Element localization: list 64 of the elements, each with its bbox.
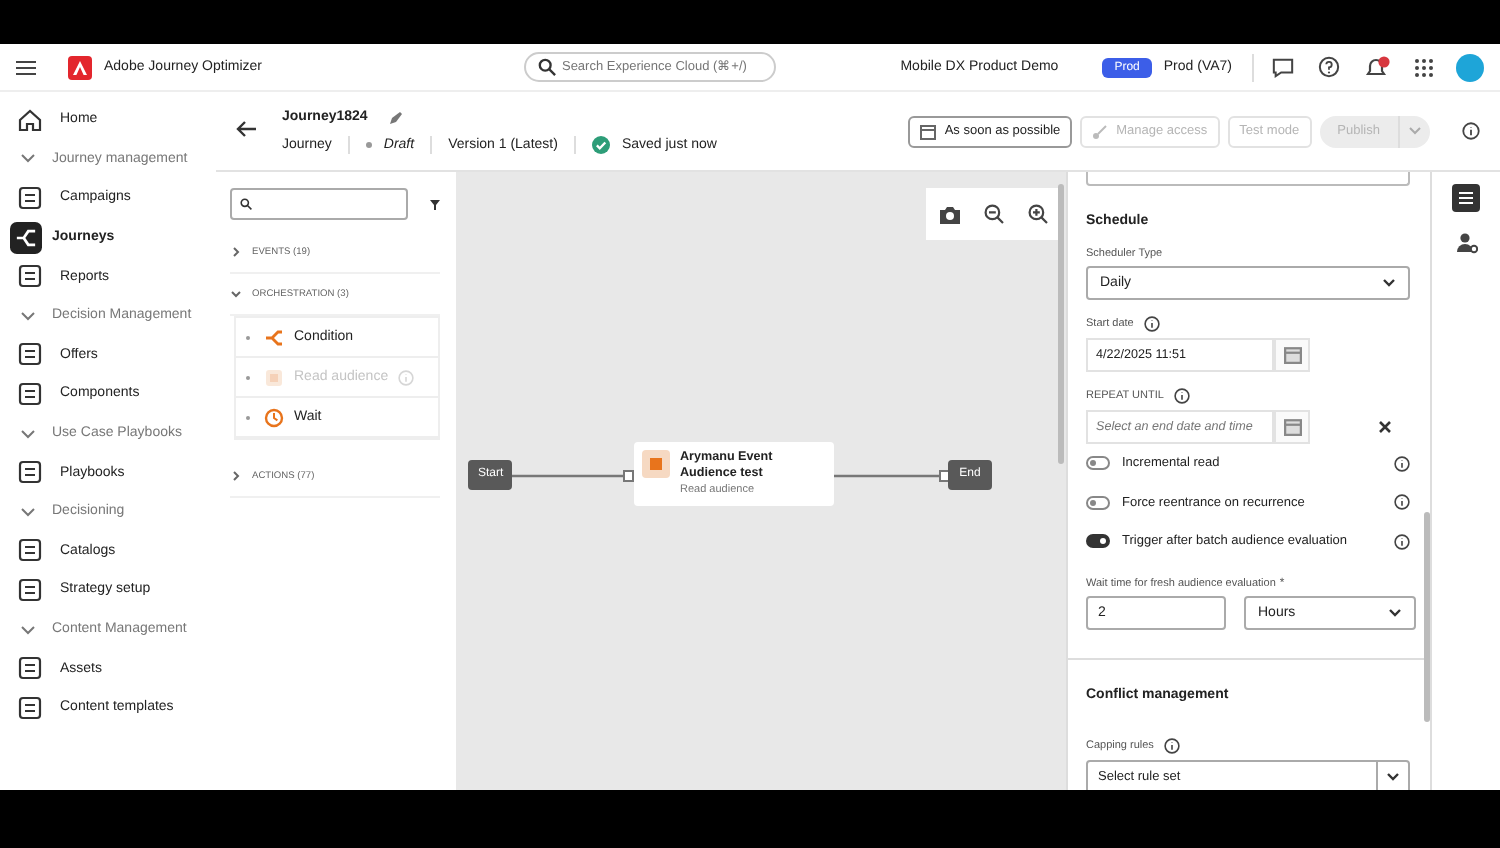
zoom-in-icon[interactable] — [1027, 204, 1047, 224]
toggle-switch[interactable] — [1086, 534, 1110, 549]
chevron-down-icon — [1388, 607, 1402, 617]
chevron-icon — [230, 470, 242, 482]
home-icon — [16, 105, 44, 134]
camera-icon[interactable] — [939, 205, 959, 223]
pencil-icon[interactable] — [387, 109, 404, 125]
connector — [834, 470, 950, 482]
properties-icon[interactable] — [1452, 184, 1480, 212]
info-icon — [398, 369, 415, 385]
info-icon[interactable] — [1163, 737, 1180, 753]
status-dot — [365, 141, 372, 147]
filter-icon[interactable] — [430, 195, 440, 213]
user-settings-icon[interactable] — [1455, 232, 1477, 254]
check-circle-icon — [591, 135, 610, 153]
chevron-icon — [20, 309, 36, 322]
calendar-icon — [1283, 418, 1301, 436]
avatar[interactable] — [1456, 53, 1484, 81]
chevron-icon — [20, 505, 36, 518]
help-icon[interactable] — [1318, 56, 1340, 78]
zoom-out-icon[interactable] — [983, 204, 1003, 224]
input-field[interactable] — [1086, 172, 1410, 186]
key-icon — [1092, 123, 1109, 139]
search-icon — [537, 58, 556, 76]
calendar-button[interactable] — [1274, 338, 1310, 372]
chevron-down-icon — [1386, 771, 1400, 781]
info-icon[interactable] — [1394, 455, 1410, 472]
feedback-icon[interactable] — [1272, 56, 1294, 78]
drag-handle-icon — [246, 415, 250, 419]
audience-icon — [642, 450, 670, 478]
connector — [512, 470, 634, 482]
info-icon[interactable] — [1394, 494, 1410, 511]
close-icon[interactable] — [1378, 420, 1392, 434]
drag-handle-icon — [246, 375, 250, 379]
logo-icon — [68, 55, 92, 79]
chevron-icon — [20, 623, 36, 636]
chevron-down-icon — [1382, 278, 1396, 288]
info-icon[interactable] — [1462, 122, 1480, 140]
clock-icon — [264, 407, 284, 427]
calendar-button[interactable] — [1274, 410, 1310, 444]
calendar-icon — [1283, 346, 1301, 364]
chevron-icon — [20, 427, 36, 440]
chevron-down-icon — [1408, 126, 1422, 136]
info-icon[interactable] — [1143, 316, 1160, 332]
search-icon — [240, 194, 252, 214]
toggle-switch[interactable] — [1086, 495, 1110, 510]
chevron-icon — [230, 288, 242, 300]
menu-icon[interactable] — [16, 59, 36, 75]
drag-handle-icon — [246, 335, 250, 339]
chevron-icon — [20, 152, 36, 165]
bell-icon[interactable] — [1364, 55, 1390, 79]
calendar-icon — [920, 123, 937, 139]
info-icon[interactable] — [1173, 388, 1190, 404]
branch-icon — [264, 327, 284, 347]
info-icon[interactable] — [1394, 533, 1410, 550]
search-field[interactable] — [230, 188, 408, 220]
chevron-icon — [230, 246, 242, 258]
scrollbar[interactable] — [1424, 512, 1430, 722]
audience-icon — [264, 367, 284, 387]
back-arrow-icon[interactable] — [236, 120, 258, 138]
journey-icon — [10, 221, 42, 254]
toggle-switch[interactable] — [1086, 456, 1110, 471]
scrollbar[interactable] — [1058, 184, 1064, 464]
apps-grid-icon[interactable] — [1414, 57, 1434, 77]
